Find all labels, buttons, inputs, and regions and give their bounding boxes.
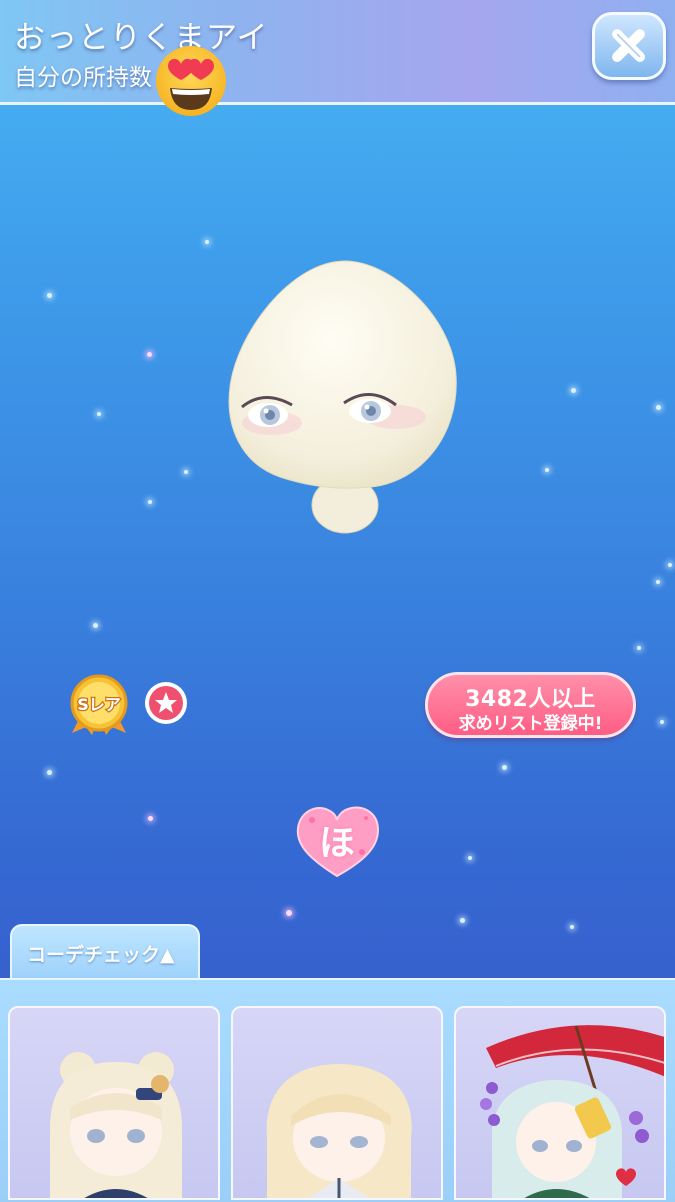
star-icon[interactable] [143,680,189,726]
sparkle [97,412,101,416]
sparkle [147,352,152,357]
coordinate-card-1[interactable] [8,1006,220,1200]
sparkle [205,240,209,244]
wishlist-status-text: 求めリスト登録中! [458,714,603,734]
sparkle [47,770,52,775]
s-rare-medal-icon: Sレア [70,674,128,735]
sparkle [148,500,152,504]
close-x-icon [612,29,645,62]
sparkle [460,918,465,923]
heart-button-char: ほ [318,823,355,864]
item-preview-image [228,260,457,534]
owned-count-label: 自分の所持数 [14,65,152,91]
sparkle [570,925,574,929]
avatar-portrait-2 [266,1064,412,1198]
coordinate-card-3[interactable] [454,1006,666,1200]
sparkle [468,856,472,860]
sparkle [571,388,576,393]
sparkle [184,470,188,474]
close-button[interactable] [592,12,666,80]
item-name: おっとりくまアイ [14,20,269,56]
sparkle [47,293,52,298]
sparkle [93,623,98,628]
sparkle [502,765,507,770]
top-bar: おっとりくまアイ 自分の所持数 [0,0,675,105]
svg-text:Sレア: Sレア [77,695,121,714]
coordinate-card-2[interactable] [231,1006,443,1200]
avatar-portrait-1 [50,1052,182,1198]
sparkle [656,405,661,410]
heart-eyes-emoji-icon [156,46,226,116]
sparkle [660,720,664,724]
coordinate-check-tab[interactable]: コーデチェック▲ [10,924,200,980]
heart-ho-button[interactable]: ほ [292,800,382,880]
avatar-portrait-3 [480,1025,664,1198]
sparkle [545,468,549,472]
wishlist-count-badge: 3482人以上 求めリスト登録中! [425,672,636,738]
sparkle [668,563,672,567]
sparkle [656,580,660,584]
coordinate-check-label: コーデチェック▲ [27,944,175,966]
sparkle [286,910,292,916]
sparkle [637,646,641,650]
sparkle [148,816,153,821]
